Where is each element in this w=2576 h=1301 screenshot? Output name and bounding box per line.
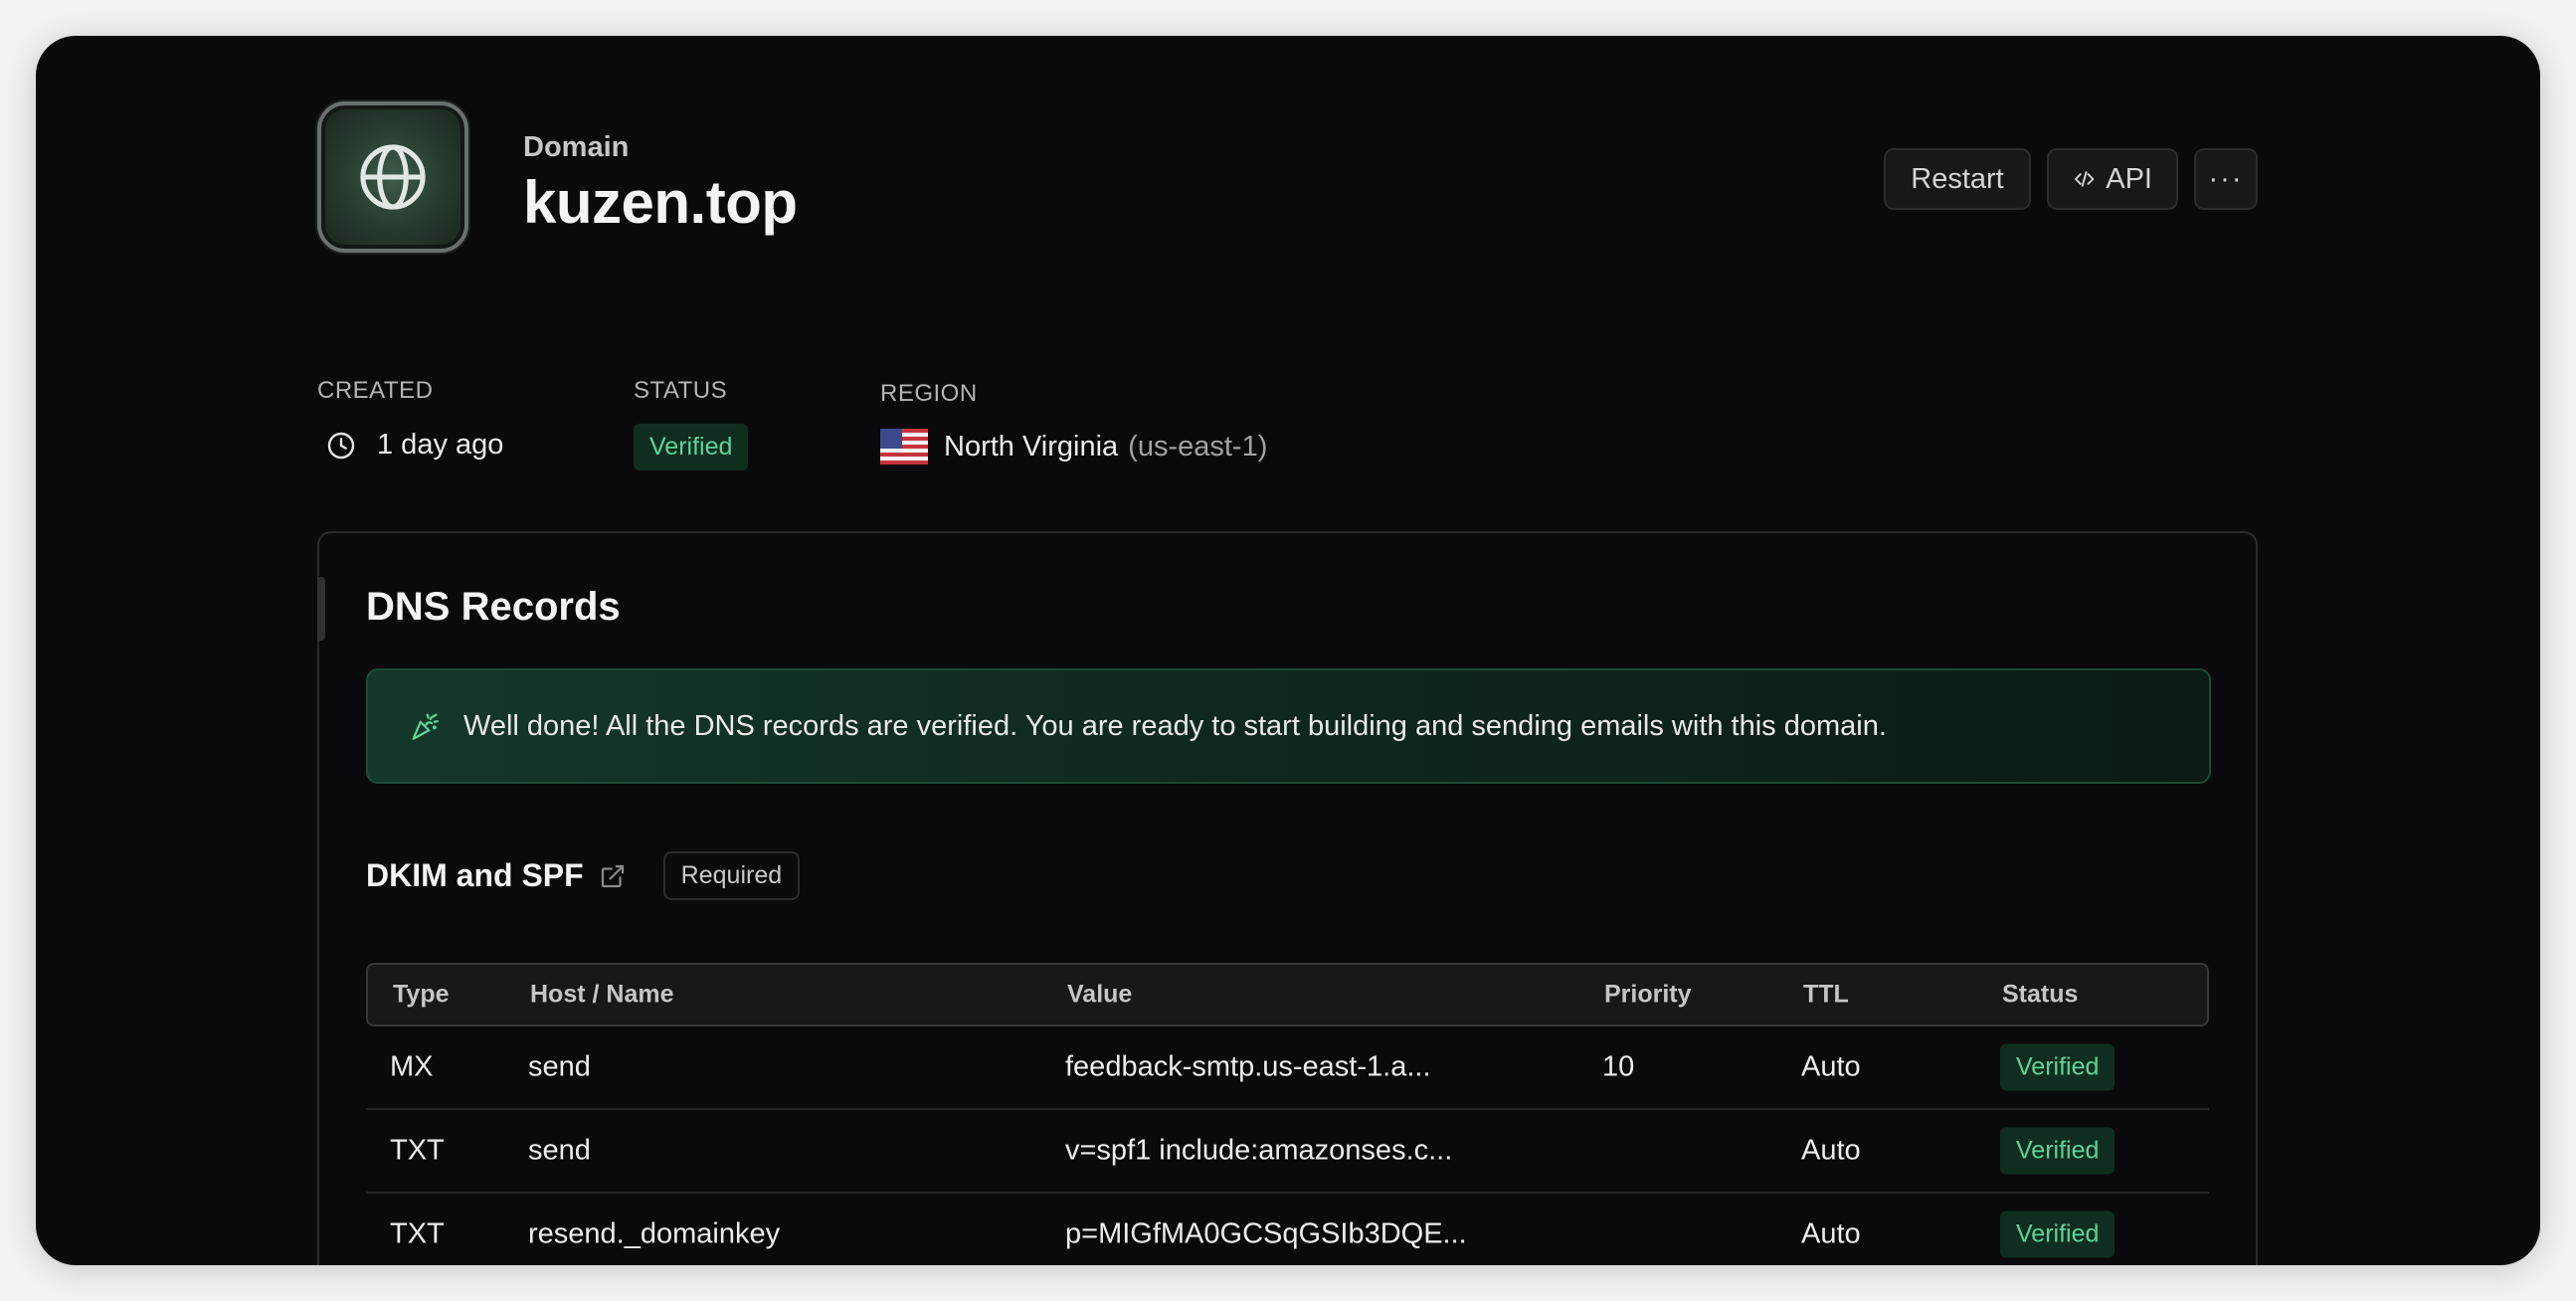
region-name: North Virginia xyxy=(944,430,1119,463)
status-badge: Verified xyxy=(634,424,749,470)
globe-icon xyxy=(317,101,468,253)
record-ttl: Auto xyxy=(1801,1134,1861,1167)
us-flag-icon xyxy=(880,429,928,465)
record-status: Verified xyxy=(2000,1043,2116,1091)
record-priority: 10 xyxy=(1602,1050,1635,1083)
dns-records-title: DNS Records xyxy=(366,585,621,629)
domain-label: Domain xyxy=(523,131,630,163)
table-row: TXT send v=spf1 include:amazonses.c... A… xyxy=(366,1110,2209,1194)
dns-records-card: DNS Records Well done! All the DNS recor… xyxy=(317,531,2258,1265)
success-alert: Well done! All the DNS records are verif… xyxy=(366,668,2211,784)
record-ttl: Auto xyxy=(1801,1050,1861,1083)
external-link-icon[interactable] xyxy=(598,861,628,891)
column-header-ttl: TTL xyxy=(1803,980,1849,1009)
record-host[interactable]: send xyxy=(528,1135,591,1168)
table-header: Type Host / Name Value Priority TTL Stat… xyxy=(366,963,2209,1026)
party-popper-icon xyxy=(412,713,439,740)
status-label: STATUS xyxy=(634,377,728,404)
more-options-button[interactable]: ··· xyxy=(2194,148,2258,210)
column-header-status: Status xyxy=(2002,980,2079,1009)
record-value[interactable]: p=MIGfMA0GCSqGSIb3DQE... xyxy=(1065,1218,1467,1251)
record-type: TXT xyxy=(390,1217,445,1250)
alert-message: Well done! All the DNS records are verif… xyxy=(463,709,1887,742)
created-text: 1 day ago xyxy=(377,429,504,461)
status-badge: Verified xyxy=(2000,1043,2116,1091)
record-status: Verified xyxy=(2000,1127,2116,1175)
api-button[interactable]: API xyxy=(2047,148,2178,210)
app-window: Domain kuzen.top Restart API ··· CREATED… xyxy=(36,36,2540,1265)
record-ttl: Auto xyxy=(1801,1217,1861,1250)
created-value: 1 day ago xyxy=(325,429,503,462)
record-value[interactable]: v=spf1 include:amazonses.c... xyxy=(1065,1135,1452,1168)
page-title: kuzen.top xyxy=(523,169,798,236)
created-label: CREATED xyxy=(317,377,434,404)
api-button-label: API xyxy=(2106,162,2152,195)
record-host[interactable]: resend._domainkey xyxy=(528,1218,780,1251)
record-host[interactable]: send xyxy=(528,1051,591,1084)
record-type: TXT xyxy=(390,1134,445,1167)
clock-icon xyxy=(327,432,355,459)
region-code: (us-east-1) xyxy=(1128,430,1268,463)
status-value: Verified xyxy=(634,424,749,470)
record-status: Verified xyxy=(2000,1210,2116,1258)
table-row: TXT resend._domainkey p=MIGfMA0GCSqGSIb3… xyxy=(366,1194,2209,1265)
required-badge: Required xyxy=(662,851,801,900)
table-row: MX send feedback-smtp.us-east-1.a... 10 … xyxy=(366,1026,2209,1110)
region-label: REGION xyxy=(880,380,978,407)
region-value: North Virginia (us-east-1) xyxy=(880,429,1267,465)
dkim-spf-header: DKIM and SPF Required xyxy=(366,851,801,900)
column-header-type: Type xyxy=(393,980,450,1009)
section-title: DKIM and SPF xyxy=(366,857,584,893)
code-icon xyxy=(2074,171,2095,187)
record-value[interactable]: feedback-smtp.us-east-1.a... xyxy=(1065,1051,1431,1084)
dns-records-table: Type Host / Name Value Priority TTL Stat… xyxy=(366,963,2209,1265)
column-header-host: Host / Name xyxy=(530,980,674,1009)
column-header-priority: Priority xyxy=(1604,980,1692,1009)
record-type: MX xyxy=(390,1050,434,1083)
status-badge: Verified xyxy=(2000,1210,2116,1258)
header-actions: Restart API ··· xyxy=(1884,148,2258,210)
column-header-value: Value xyxy=(1067,980,1133,1009)
card-accent xyxy=(317,577,325,641)
status-badge: Verified xyxy=(2000,1127,2116,1175)
restart-button[interactable]: Restart xyxy=(1884,148,2031,210)
